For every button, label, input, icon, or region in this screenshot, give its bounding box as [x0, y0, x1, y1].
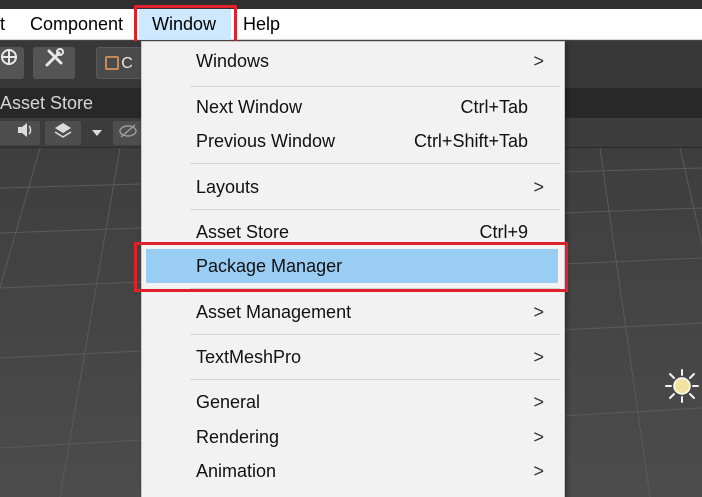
menu-item-shortcut: Ctrl+Tab	[460, 97, 528, 117]
tools-button[interactable]	[33, 47, 75, 79]
menu-item-asset-store[interactable]: Asset Store Ctrl+9	[142, 215, 564, 249]
submenu-arrow-icon: >	[533, 461, 544, 481]
menu-item-package-manager[interactable]: Package Manager	[146, 249, 558, 283]
submenu-arrow-icon: >	[533, 51, 544, 71]
center-toggle-label: C	[121, 55, 133, 72]
menu-item-window[interactable]: Window	[139, 9, 231, 40]
menu-item-general[interactable]: General >	[142, 385, 564, 419]
move-tool-button[interactable]	[0, 47, 24, 79]
tools-icon	[43, 48, 65, 73]
menu-item-label: TextMeshPro	[196, 347, 302, 367]
menu-item-layouts[interactable]: Layouts >	[142, 170, 564, 204]
dropdown-icon	[91, 125, 103, 141]
menu-separator	[190, 163, 560, 164]
window-dropdown-menu: Windows > Next Window Ctrl+Tab Previous …	[141, 41, 565, 497]
audio-toggle[interactable]	[10, 121, 40, 145]
menu-bar: t Component Window Help	[0, 9, 702, 40]
menu-item-animation[interactable]: Animation >	[142, 454, 564, 488]
menu-separator	[190, 209, 560, 210]
menu-item-windows[interactable]: Windows >	[142, 44, 564, 78]
tab-asset-store[interactable]: Asset Store	[0, 88, 93, 118]
menu-item-next-window[interactable]: Next Window Ctrl+Tab	[142, 90, 564, 124]
menu-separator	[190, 334, 560, 335]
window-top-strip	[0, 0, 702, 9]
menu-item-label: Package Manager	[196, 256, 343, 276]
submenu-arrow-icon: >	[533, 392, 544, 412]
pivot-icon	[105, 56, 120, 70]
move-tool-icon	[0, 49, 19, 71]
menu-item-asset-management[interactable]: Asset Management >	[142, 295, 564, 329]
visibility-icon	[119, 124, 137, 141]
menu-item-edit-partial[interactable]: t	[0, 9, 5, 40]
menu-separator	[190, 379, 560, 380]
menu-item-previous-window[interactable]: Previous Window Ctrl+Shift+Tab	[142, 124, 564, 158]
menu-separator	[190, 86, 560, 87]
submenu-arrow-icon: >	[533, 347, 544, 367]
menu-separator	[190, 288, 560, 289]
effects-dropdown[interactable]	[85, 121, 109, 145]
menu-item-label: Windows	[196, 51, 270, 71]
audio-icon	[16, 123, 34, 141]
menu-item-rendering[interactable]: Rendering >	[142, 420, 564, 454]
menu-item-label: Rendering	[196, 427, 280, 447]
submenu-arrow-icon: >	[533, 302, 544, 322]
visibility-toggle[interactable]	[113, 121, 143, 145]
menu-item-component[interactable]: Component	[30, 9, 123, 40]
menu-item-help[interactable]: Help	[243, 9, 280, 40]
menu-item-label: General	[196, 392, 261, 412]
menu-item-label: Layouts	[196, 177, 260, 197]
menu-item-label: Next Window	[196, 97, 303, 117]
layers-icon	[54, 123, 72, 141]
center-toggle-button[interactable]: C	[96, 47, 142, 79]
submenu-arrow-icon: >	[533, 427, 544, 447]
menu-item-label: Asset Store	[196, 222, 290, 242]
menu-item-label: Asset Management	[196, 302, 352, 322]
menu-item-label: Animation	[196, 461, 277, 481]
menu-item-textmeshpro[interactable]: TextMeshPro >	[142, 340, 564, 374]
menu-item-label: Previous Window	[196, 131, 336, 151]
menu-item-shortcut: Ctrl+9	[479, 222, 528, 242]
submenu-arrow-icon: >	[533, 177, 544, 197]
effects-toggle[interactable]	[45, 121, 81, 145]
menu-item-shortcut: Ctrl+Shift+Tab	[413, 131, 528, 151]
